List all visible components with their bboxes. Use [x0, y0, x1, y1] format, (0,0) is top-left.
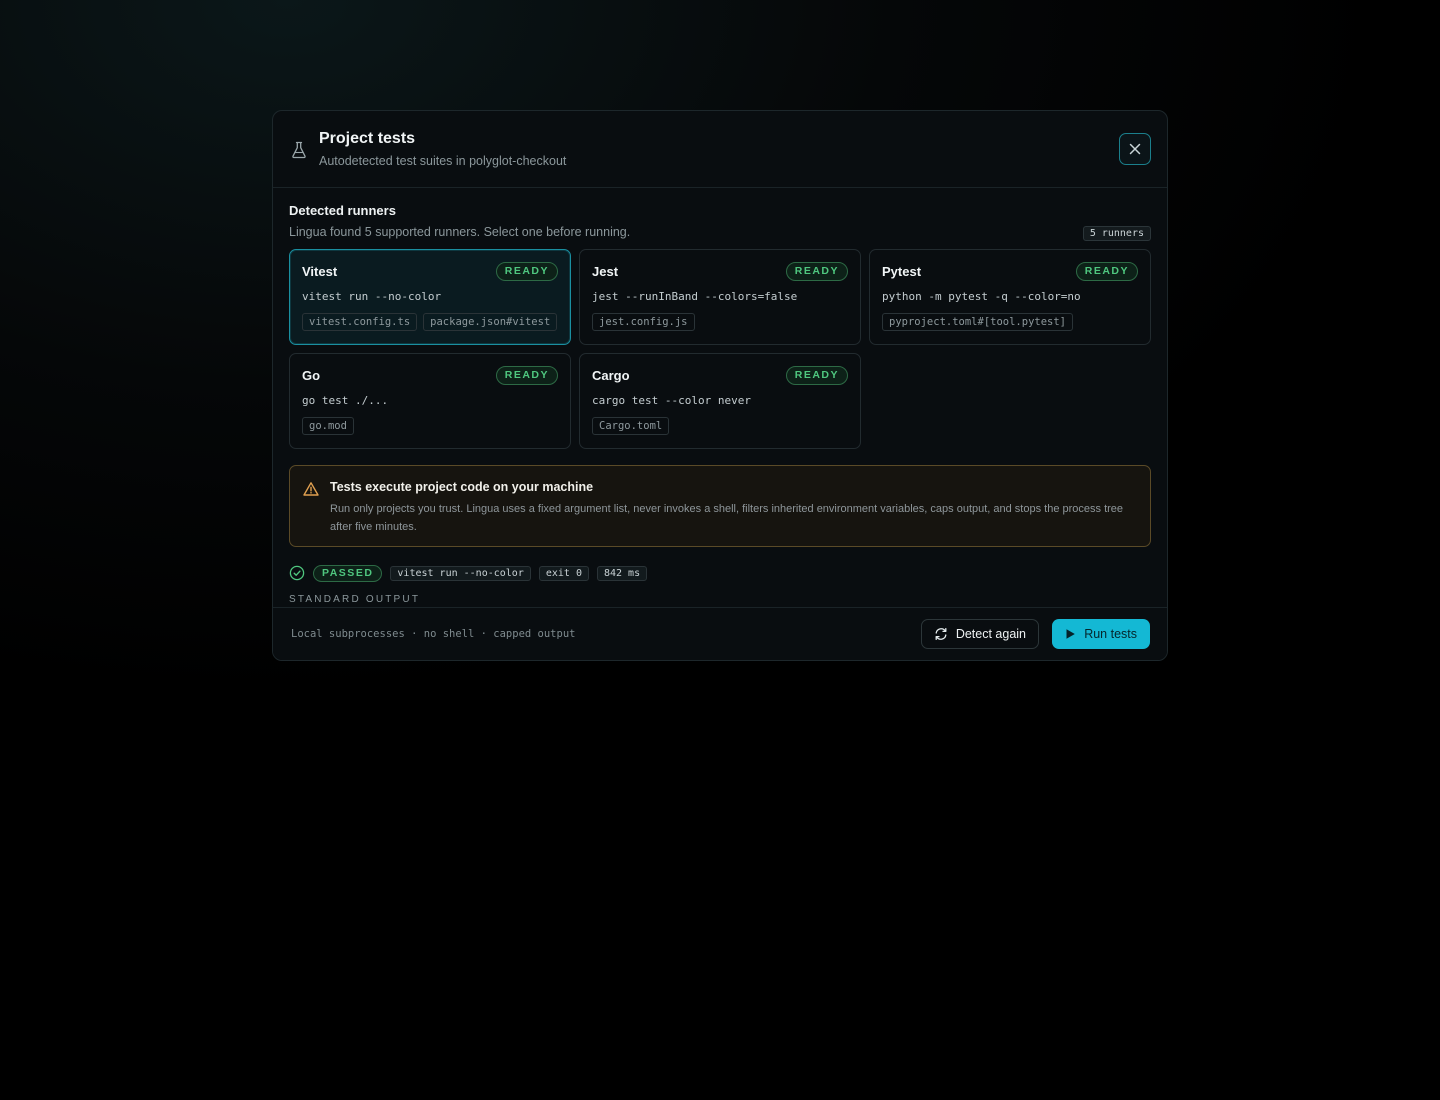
security-warning: Tests execute project code on your machi… [289, 465, 1151, 547]
runner-grid: Vitest READY vitest run --no-color vites… [289, 249, 1151, 449]
test-result-row: PASSED vitest run --no-color exit 0 842 … [289, 564, 648, 582]
runner-files: Cargo.toml [592, 417, 670, 435]
footer-note: Local subprocesses · no shell · capped o… [291, 628, 576, 640]
runner-command: vitest run --no-color [302, 290, 442, 303]
status-badge: READY [495, 262, 558, 281]
check-circle-icon [289, 565, 305, 581]
runners-section-title: Detected runners [289, 203, 396, 218]
detect-again-label: Detect again [955, 627, 1026, 641]
runner-name: Cargo [592, 368, 630, 383]
status-badge: READY [785, 262, 848, 281]
runner-card-go[interactable]: Go READY go test ./... go.mod [289, 353, 571, 449]
config-file-chip: package.json#vitest [423, 313, 558, 331]
detect-again-button[interactable]: Detect again [920, 619, 1039, 649]
refresh-icon [935, 627, 947, 641]
runners-section-description: Lingua found 5 supported runners. Select… [289, 225, 631, 239]
runner-name: Jest [592, 264, 619, 279]
runner-card-vitest[interactable]: Vitest READY vitest run --no-color vites… [289, 249, 571, 345]
config-file-chip: jest.config.js [592, 313, 695, 331]
runner-card-cargo[interactable]: Cargo READY cargo test --color never Car… [579, 353, 861, 449]
dialog-header: Project tests Autodetected test suites i… [273, 111, 1167, 188]
dialog-subtitle: Autodetected test suites in polyglot-che… [319, 154, 567, 168]
warning-title: Tests execute project code on your machi… [330, 480, 594, 494]
passed-badge: PASSED [313, 564, 383, 582]
runner-command: cargo test --color never [592, 394, 751, 407]
runner-card-jest[interactable]: Jest READY jest --runInBand --colors=fal… [579, 249, 861, 345]
run-tests-label: Run tests [1084, 627, 1137, 641]
runner-card-pytest[interactable]: Pytest READY python -m pytest -q --color… [869, 249, 1151, 345]
result-command-chip: vitest run --no-color [390, 565, 531, 581]
duration-chip: 842 ms [596, 565, 648, 581]
runner-files: jest.config.js [592, 313, 695, 331]
stdout-label: STANDARD OUTPUT [289, 594, 421, 605]
exit-code-chip: exit 0 [538, 565, 589, 581]
config-file-chip: vitest.config.ts [302, 313, 418, 331]
runner-command: python -m pytest -q --color=no [882, 290, 1081, 303]
dialog-title: Project tests [319, 130, 416, 147]
config-file-chip: go.mod [302, 417, 354, 435]
flask-icon [292, 141, 306, 159]
runner-command: jest --runInBand --colors=false [592, 290, 798, 303]
runner-name: Go [302, 368, 321, 383]
runner-name: Pytest [882, 264, 922, 279]
dialog-footer: Local subprocesses · no shell · capped o… [273, 607, 1167, 660]
play-icon [1066, 629, 1075, 639]
warning-triangle-icon [303, 482, 319, 496]
runner-count-badge: 5 runners [1082, 226, 1151, 241]
runner-files: go.mod [302, 417, 354, 435]
config-file-chip: pyproject.toml#[tool.pytest] [882, 313, 1074, 331]
runner-command: go test ./... [302, 394, 389, 407]
status-badge: READY [785, 366, 848, 385]
config-file-chip: Cargo.toml [592, 417, 670, 435]
status-badge: READY [1075, 262, 1138, 281]
status-badge: READY [495, 366, 558, 385]
runner-files: vitest.config.ts package.json#vitest [302, 313, 558, 331]
project-tests-dialog: Project tests Autodetected test suites i… [272, 110, 1168, 661]
runner-files: pyproject.toml#[tool.pytest] [882, 313, 1074, 331]
run-tests-button[interactable]: Run tests [1052, 619, 1150, 649]
warning-body: Run only projects you trust. Lingua uses… [330, 503, 1124, 533]
close-button[interactable] [1119, 133, 1151, 165]
close-icon [1129, 143, 1141, 155]
runner-name: Vitest [302, 264, 338, 279]
